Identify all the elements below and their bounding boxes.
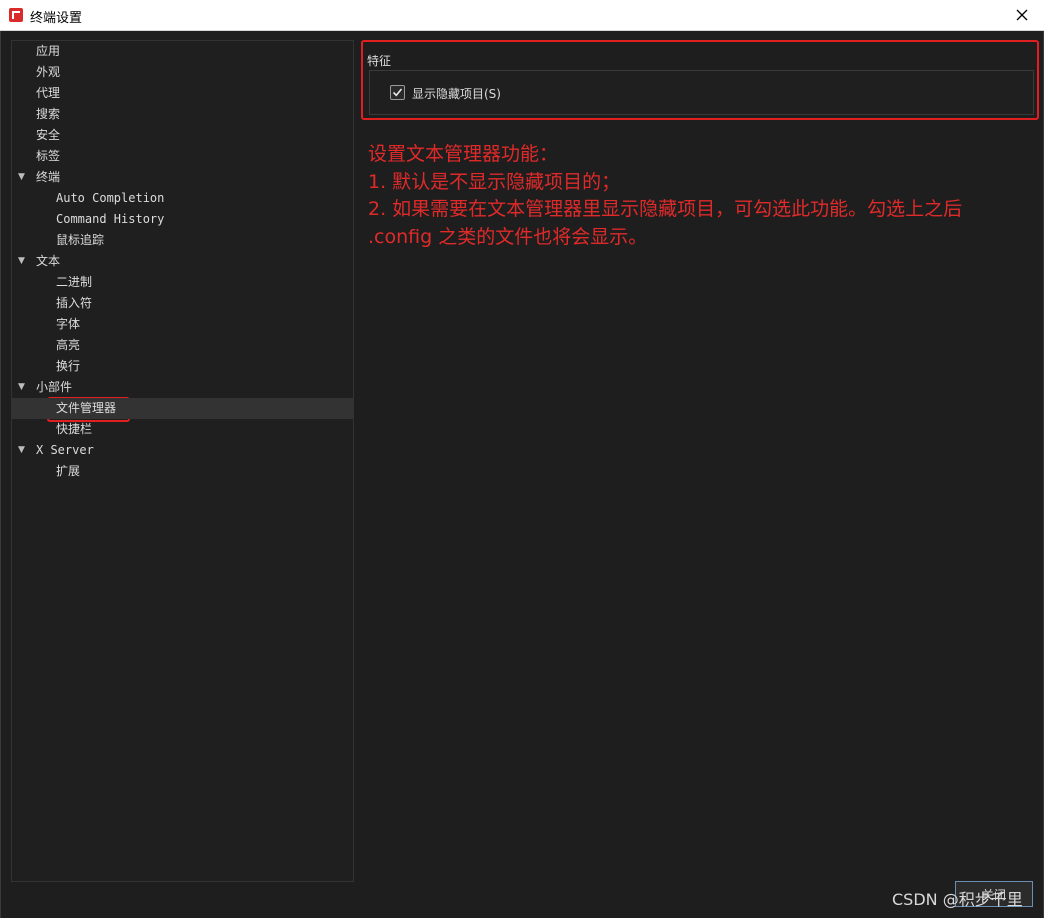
tree-item-label: 鼠标追踪 bbox=[56, 233, 105, 247]
tree-item-label: 安全 bbox=[36, 128, 61, 142]
tree-item[interactable]: 标签 bbox=[12, 146, 353, 167]
tree-item-label: 终端 bbox=[36, 170, 61, 184]
tree-item-label: 小部件 bbox=[36, 380, 73, 394]
tree-item[interactable]: 应用 bbox=[12, 41, 353, 62]
tree-item-label: 二进制 bbox=[56, 275, 93, 289]
show-hidden-label[interactable]: 显示隐藏项目(S) bbox=[412, 85, 501, 102]
tree-item[interactable]: 安全 bbox=[12, 125, 353, 146]
tree-item[interactable]: 字体 bbox=[12, 314, 353, 335]
tree-item-label: 插入符 bbox=[56, 296, 93, 310]
annotation-line: 1. 默认是不显示隐藏项目的； bbox=[368, 170, 621, 193]
tree-item[interactable]: 鼠标追踪 bbox=[12, 230, 353, 251]
annotation-line: .config 之类的文件也将会显示。 bbox=[368, 225, 648, 248]
expand-arrow-icon[interactable]: ▼ bbox=[18, 251, 28, 272]
tree-item[interactable]: Auto Completion bbox=[12, 188, 353, 209]
annotation-line: 设置文本管理器功能： bbox=[368, 143, 559, 165]
tree-item[interactable]: 二进制 bbox=[12, 272, 353, 293]
tree-item[interactable]: 扩展 bbox=[12, 461, 353, 482]
checkmark-icon bbox=[392, 88, 403, 97]
tree-item-label: 标签 bbox=[36, 149, 61, 163]
tree-item-label: 换行 bbox=[56, 359, 81, 373]
tree-item[interactable]: 高亮 bbox=[12, 335, 353, 356]
feature-panel: 特征 显示隐藏项目(S) bbox=[361, 40, 1039, 120]
tree-item-label: X Server bbox=[36, 443, 94, 457]
expand-arrow-icon[interactable]: ▼ bbox=[18, 377, 28, 398]
annotation-line: 2. 如果需要在文本管理器里显示隐藏项目，可勾选此功能。勾选上之后 bbox=[368, 198, 963, 220]
tree-item-label: 高亮 bbox=[56, 338, 81, 352]
close-button[interactable] bbox=[1000, 0, 1044, 30]
feature-group: 显示隐藏项目(S) bbox=[369, 70, 1034, 115]
tree-item-label: 外观 bbox=[36, 65, 61, 79]
tree-item[interactable]: 文件管理器 bbox=[12, 398, 353, 419]
tree-item[interactable]: Command History bbox=[12, 209, 353, 230]
tree-item-label: 文件管理器 bbox=[56, 401, 117, 415]
settings-tree: 应用外观代理搜索安全标签 ▼ 终端 Auto Completion Command Hi… bbox=[11, 40, 354, 882]
tree-item-label: Auto Completion bbox=[56, 191, 165, 205]
tree-item-label: 文本 bbox=[36, 254, 61, 268]
tree-item-label: 快捷栏 bbox=[56, 422, 93, 436]
tree-item-label: Command History bbox=[56, 212, 165, 226]
tree-item[interactable]: ▼ 文本 bbox=[12, 251, 353, 272]
window-title: 终端设置 bbox=[30, 11, 83, 26]
app-icon bbox=[9, 8, 23, 22]
tree-item-label: 扩展 bbox=[56, 464, 81, 478]
title-bar: 终端设置 bbox=[0, 0, 1044, 31]
tree-item[interactable]: 换行 bbox=[12, 356, 353, 377]
close-icon bbox=[1016, 9, 1028, 21]
tree-item[interactable]: 插入符 bbox=[12, 293, 353, 314]
tree-item-label: 搜索 bbox=[36, 107, 61, 121]
expand-arrow-icon[interactable]: ▼ bbox=[18, 167, 28, 188]
tree-item-label: 应用 bbox=[36, 44, 61, 58]
settings-body: 应用外观代理搜索安全标签 ▼ 终端 Auto Completion Command Hi… bbox=[0, 31, 1044, 918]
tree-item[interactable]: ▼ 小部件 bbox=[12, 377, 353, 398]
section-title: 特征 bbox=[367, 54, 392, 68]
tree-item[interactable]: 快捷栏 bbox=[12, 419, 353, 440]
tree-item[interactable]: 代理 bbox=[12, 83, 353, 104]
show-hidden-checkbox[interactable] bbox=[390, 85, 405, 100]
tree-item[interactable]: ▼ X Server bbox=[12, 440, 353, 461]
annotation-text: 设置文本管理器功能： 1. 默认是不显示隐藏项目的； 2. 如果需要在文本管理器… bbox=[368, 141, 1038, 251]
tree-item[interactable]: 搜索 bbox=[12, 104, 353, 125]
tree-item[interactable]: 外观 bbox=[12, 62, 353, 83]
tree-item-label: 字体 bbox=[56, 317, 81, 331]
tree-item-label: 代理 bbox=[36, 86, 61, 100]
tree-item[interactable]: ▼ 终端 bbox=[12, 167, 353, 188]
expand-arrow-icon[interactable]: ▼ bbox=[18, 440, 28, 461]
watermark: CSDN @积步千里 bbox=[892, 890, 1023, 909]
